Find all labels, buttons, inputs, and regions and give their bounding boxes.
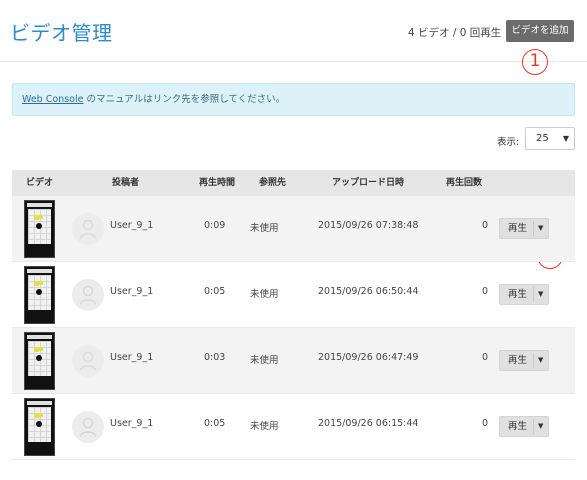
column-uploaded: アップロード日時 (332, 178, 405, 188)
user-silhouette-icon (72, 279, 104, 311)
video-thumbnail-icon[interactable] (24, 200, 55, 258)
play-button-label: 再生 (508, 355, 528, 366)
reference: 未使用 (250, 289, 279, 300)
play-count: 0 (482, 352, 489, 363)
duration: 0:03 (204, 352, 226, 363)
play-split-button[interactable]: 再生 ▼ (499, 416, 549, 437)
reference: 未使用 (250, 421, 279, 432)
duration: 0:05 (204, 418, 226, 429)
play-count: 0 (482, 418, 489, 429)
notice-text: のマニュアルはリンク先を参照してください。 (83, 94, 286, 105)
table-header: ビデオ 投稿者 再生時間 参照先 アップロード日時 再生回数 (12, 170, 575, 196)
column-plays: 再生回数 (446, 178, 483, 188)
upload-datetime: 2015/09/26 06:50:44 (318, 286, 419, 297)
upload-datetime: 2015/09/26 06:15:44 (318, 418, 419, 429)
caret-down-icon[interactable]: ▼ (538, 417, 543, 436)
poster-name: User_9_1 (110, 220, 154, 231)
per-page-select[interactable]: 25 ▼ (525, 127, 575, 150)
reference: 未使用 (250, 223, 279, 234)
table-row: User_9_1 0:03 未使用 2015/09/26 06:47:49 0 … (12, 328, 575, 394)
poster-name: User_9_1 (110, 418, 154, 429)
upload-datetime: 2015/09/26 06:47:49 (318, 352, 419, 363)
column-video: ビデオ (26, 178, 54, 188)
play-count: 0 (482, 286, 489, 297)
video-thumbnail-icon[interactable] (24, 332, 55, 390)
video-thumbnail-icon[interactable] (24, 398, 55, 456)
caret-down-icon[interactable]: ▼ (538, 351, 543, 370)
video-thumbnail-icon[interactable] (24, 266, 55, 324)
table-row: User_9_1 0:05 未使用 2015/09/26 06:50:44 0 … (12, 262, 575, 328)
play-split-button[interactable]: 再生 ▼ (499, 284, 549, 305)
play-split-button[interactable]: 再生 ▼ (499, 218, 549, 239)
play-button-label: 再生 (508, 421, 528, 432)
user-silhouette-icon (72, 213, 104, 245)
column-poster: 投稿者 (112, 178, 140, 188)
duration: 0:05 (204, 286, 226, 297)
per-page-value: 25 (536, 133, 549, 144)
callout-1: 1 (522, 49, 548, 75)
caret-down-icon: ▼ (562, 134, 569, 143)
caret-down-icon[interactable]: ▼ (538, 285, 543, 304)
web-console-link[interactable]: Web Console (22, 94, 83, 105)
caret-down-icon[interactable]: ▼ (538, 219, 543, 238)
column-duration: 再生時間 (199, 178, 236, 188)
page-header: ビデオ管理 4 ビデオ / 0 回再生 ビデオを追加 (0, 0, 587, 62)
upload-datetime: 2015/09/26 07:38:48 (318, 220, 419, 231)
reference: 未使用 (250, 355, 279, 366)
duration: 0:09 (204, 220, 226, 231)
video-play-counts: 4 ビデオ / 0 回再生 (408, 27, 502, 39)
play-button-label: 再生 (508, 289, 528, 300)
table-row: User_9_1 0:05 未使用 2015/09/26 06:15:44 0 … (12, 394, 575, 460)
play-count: 0 (482, 220, 489, 231)
poster-name: User_9_1 (110, 286, 154, 297)
user-silhouette-icon (72, 411, 104, 443)
play-split-button[interactable]: 再生 ▼ (499, 350, 549, 371)
column-reference: 参照先 (259, 178, 287, 188)
play-button-label: 再生 (508, 223, 528, 234)
table-row: User_9_1 0:09 未使用 2015/09/26 07:38:48 0 … (12, 196, 575, 262)
per-page-label: 表示: (497, 137, 520, 148)
user-silhouette-icon (72, 345, 104, 377)
add-video-button[interactable]: ビデオを追加 (506, 20, 574, 42)
poster-name: User_9_1 (110, 352, 154, 363)
manual-notice: Web Console のマニュアルはリンク先を参照してください。 (12, 83, 575, 116)
page-title: ビデオ管理 (10, 21, 113, 45)
